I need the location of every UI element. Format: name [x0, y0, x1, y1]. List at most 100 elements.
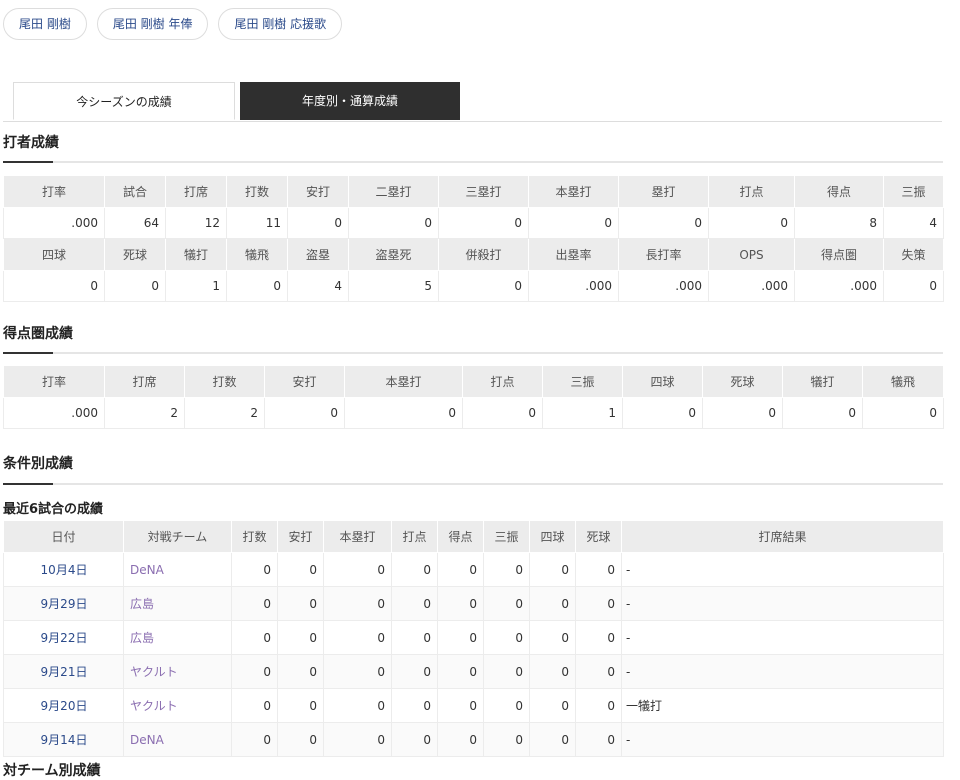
- team-link[interactable]: DeNA: [123, 722, 232, 757]
- header-cell: 打点: [462, 365, 543, 398]
- header-cell: 打席: [104, 365, 185, 398]
- value-cell: 0: [344, 397, 463, 429]
- table-row: 10月4日 DeNA 0 0 0 0 0 0 0 0 -: [3, 552, 944, 587]
- team-link[interactable]: 広島: [123, 620, 232, 655]
- value-cell: .000: [3, 207, 105, 239]
- value-cell: 12: [165, 207, 227, 239]
- header-cell: 本塁打: [323, 520, 392, 553]
- header-cell: 四球: [622, 365, 703, 398]
- header-cell: 得点: [437, 520, 484, 553]
- team-link[interactable]: 広島: [123, 586, 232, 621]
- at-bat-result: -: [621, 586, 944, 621]
- value-cell: 0: [437, 552, 484, 587]
- header-cell: 死球: [575, 520, 622, 553]
- table-row: 9月14日 DeNA 0 0 0 0 0 0 0 0 -: [3, 722, 944, 757]
- header-cell: 三振: [883, 175, 944, 208]
- value-cell: 0: [391, 620, 438, 655]
- value-cell: 0: [529, 654, 576, 689]
- value-cell: 0: [3, 270, 105, 302]
- header-cell: 得点: [794, 175, 884, 208]
- batting-header-row-1: 打率 試合 打席 打数 安打 二塁打 三塁打 本塁打 塁打 打点 得点 三振: [3, 175, 944, 208]
- at-bat-result: 一犠打: [621, 688, 944, 723]
- value-cell: 0: [483, 620, 530, 655]
- value-cell: 0: [437, 722, 484, 757]
- header-cell: 犠飛: [862, 365, 944, 398]
- value-cell: 0: [575, 620, 622, 655]
- value-cell: 0: [483, 688, 530, 723]
- value-cell: 0: [462, 397, 543, 429]
- header-cell: 打席: [165, 175, 227, 208]
- value-cell: 0: [231, 688, 278, 723]
- value-cell: 0: [575, 552, 622, 587]
- section-title-conditions: 条件別成績: [3, 456, 73, 472]
- value-cell: 0: [323, 586, 392, 621]
- header-cell: 盗塁死: [348, 238, 439, 271]
- value-cell: 0: [437, 688, 484, 723]
- value-cell: 0: [575, 722, 622, 757]
- value-cell: 2: [184, 397, 265, 429]
- value-cell: 0: [104, 270, 166, 302]
- value-cell: 0: [708, 207, 795, 239]
- value-cell: 0: [277, 722, 324, 757]
- value-cell: 0: [348, 207, 439, 239]
- team-link[interactable]: ヤクルト: [123, 654, 232, 689]
- header-cell: 本塁打: [528, 175, 619, 208]
- recent-header-row: 日付 対戦チーム 打数 安打 本塁打 打点 得点 三振 四球 死球 打席結果: [3, 520, 944, 553]
- tab-bar: 今シーズンの成績 年度別・通算成績: [13, 82, 460, 120]
- value-cell: .000: [3, 397, 105, 429]
- value-cell: 0: [437, 586, 484, 621]
- game-date-link[interactable]: 9月20日: [3, 688, 124, 723]
- value-cell: 0: [529, 620, 576, 655]
- team-link[interactable]: DeNA: [123, 552, 232, 587]
- chip-salary[interactable]: 尾田 剛樹 年俸: [96, 8, 209, 40]
- header-cell: 打席結果: [621, 520, 944, 553]
- at-bat-result: -: [621, 654, 944, 689]
- team-link[interactable]: ヤクルト: [123, 688, 232, 723]
- value-cell: 0: [231, 620, 278, 655]
- recent-games-table: 日付 対戦チーム 打数 安打 本塁打 打点 得点 三振 四球 死球 打席結果 1…: [3, 520, 944, 757]
- header-cell: 本塁打: [344, 365, 463, 398]
- value-cell: 0: [264, 397, 345, 429]
- value-cell: 0: [231, 722, 278, 757]
- game-date-link[interactable]: 9月21日: [3, 654, 124, 689]
- section-title-vs-team: 対チーム別成績: [3, 763, 101, 779]
- chip-player[interactable]: 尾田 剛樹: [3, 8, 87, 40]
- game-date-link[interactable]: 9月14日: [3, 722, 124, 757]
- tab-this-season[interactable]: 今シーズンの成績: [13, 82, 235, 120]
- value-cell: 0: [277, 552, 324, 587]
- header-cell: 得点圏: [794, 238, 884, 271]
- tab-yearly-career[interactable]: 年度別・通算成績: [240, 82, 460, 120]
- scoring-table: 打率 打席 打数 安打 本塁打 打点 三振 四球 死球 犠打 犠飛 .000 2…: [3, 365, 944, 429]
- value-cell: 0: [391, 654, 438, 689]
- related-links: 尾田 剛樹 尾田 剛樹 年俸 尾田 剛樹 応援歌: [3, 8, 343, 40]
- value-cell: 64: [104, 207, 166, 239]
- table-row: 9月21日 ヤクルト 0 0 0 0 0 0 0 0 -: [3, 654, 944, 689]
- game-date-link[interactable]: 9月29日: [3, 586, 124, 621]
- tab-divider: [3, 121, 942, 122]
- header-cell: 二塁打: [348, 175, 439, 208]
- header-cell: 犠打: [165, 238, 227, 271]
- value-cell: 0: [529, 688, 576, 723]
- section-underline: [3, 483, 943, 485]
- value-cell: 0: [226, 270, 288, 302]
- header-cell: 失策: [883, 238, 944, 271]
- header-cell: 試合: [104, 175, 166, 208]
- value-cell: 0: [483, 654, 530, 689]
- game-date-link[interactable]: 10月4日: [3, 552, 124, 587]
- value-cell: 0: [323, 654, 392, 689]
- header-cell: 安打: [287, 175, 349, 208]
- value-cell: 0: [438, 270, 529, 302]
- header-cell: 打数: [231, 520, 278, 553]
- chip-song[interactable]: 尾田 剛樹 応援歌: [218, 8, 343, 40]
- value-cell: 0: [437, 654, 484, 689]
- value-cell: 0: [323, 552, 392, 587]
- header-cell: 犠飛: [226, 238, 288, 271]
- value-cell: 0: [622, 397, 703, 429]
- table-row: 9月22日 広島 0 0 0 0 0 0 0 0 -: [3, 620, 944, 655]
- value-cell: .000: [794, 270, 884, 302]
- game-date-link[interactable]: 9月22日: [3, 620, 124, 655]
- value-cell: 8: [794, 207, 884, 239]
- value-cell: .000: [528, 270, 619, 302]
- value-cell: 0: [323, 620, 392, 655]
- value-cell: 0: [277, 654, 324, 689]
